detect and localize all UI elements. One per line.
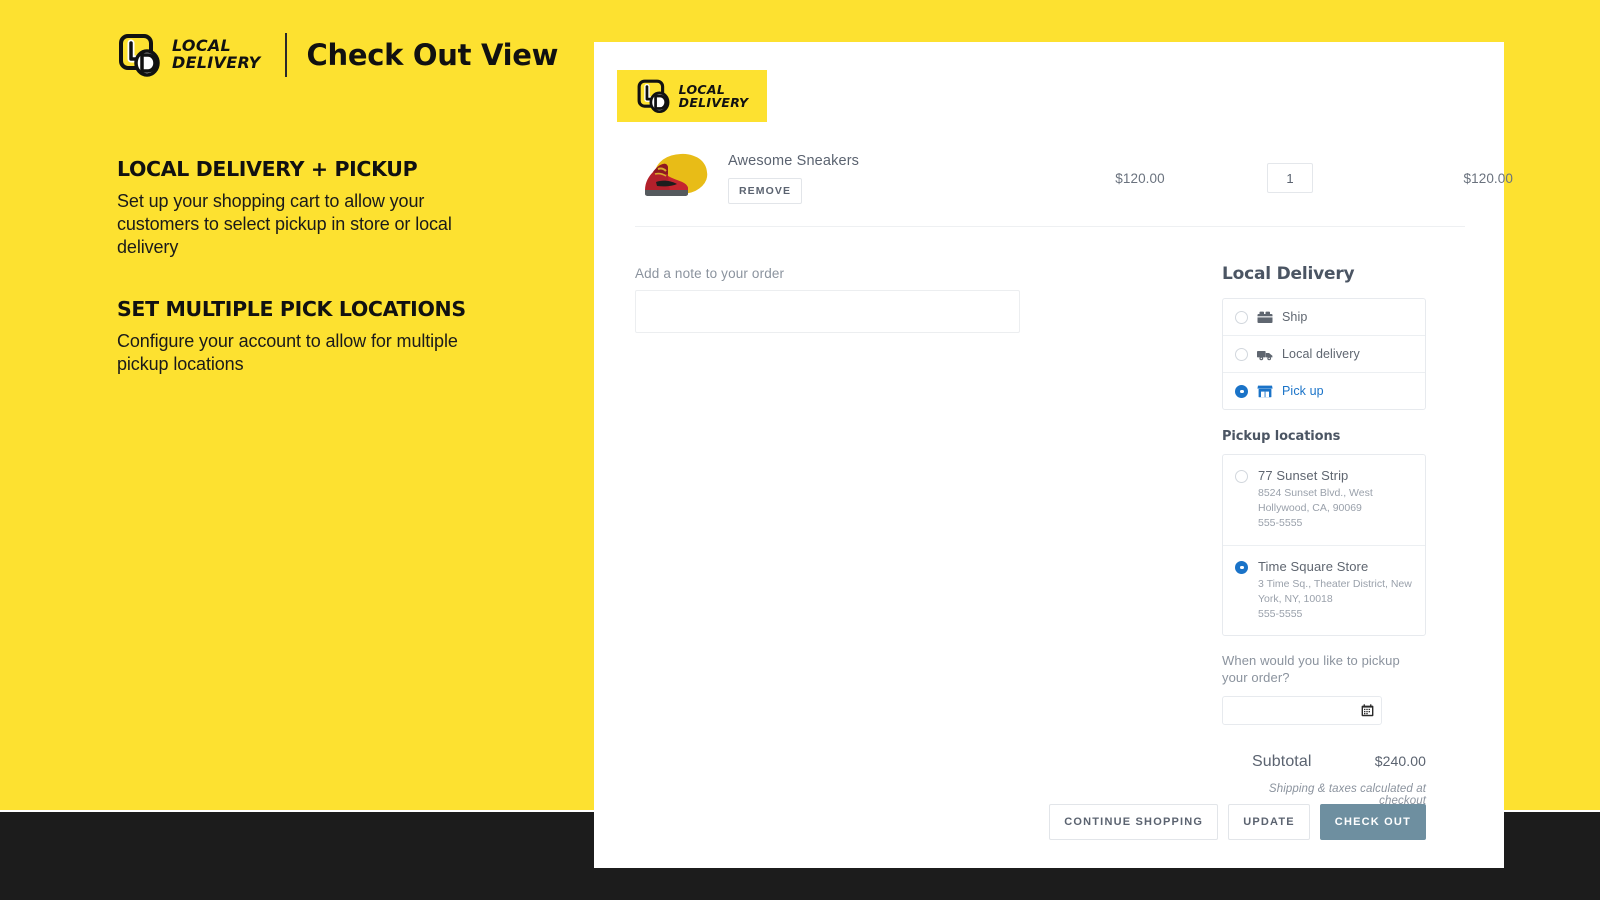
update-cart-button[interactable]: UPDATE xyxy=(1228,804,1310,840)
check-out-button[interactable]: CHECK OUT xyxy=(1319,804,1426,840)
brand-header: LOCAL DELIVERY Check Out View xyxy=(117,32,558,78)
continue-shopping-button[interactable]: CONTINUE SHOPPING xyxy=(1049,804,1219,840)
radio-local-delivery[interactable] xyxy=(1235,347,1248,361)
product-line-total: $120.00 xyxy=(1463,170,1513,186)
pickup-location-option-77-sunset-strip[interactable]: 77 Sunset Strip 8524 Sunset Blvd., West … xyxy=(1223,455,1425,546)
product-thumbnail[interactable] xyxy=(635,150,709,206)
delivery-option-label: Pick up xyxy=(1282,384,1324,398)
store-icon xyxy=(1257,385,1273,397)
radio-pickup-location[interactable] xyxy=(1235,560,1248,574)
pickup-location-phone: 555-5555 xyxy=(1258,516,1303,529)
delivery-option-label: Local delivery xyxy=(1282,347,1360,361)
ship-box-icon xyxy=(1257,311,1273,323)
calendar-icon xyxy=(1361,704,1374,717)
pickup-time-label: When would you like to pickup your order… xyxy=(1222,653,1400,686)
promo-body: Set up your shopping cart to allow your … xyxy=(117,191,452,258)
subtotal-row: Subtotal $240.00 xyxy=(1222,753,1426,771)
promo-heading: SET MULTIPLE PICK LOCATIONS xyxy=(117,297,466,321)
pickup-location-name: Time Square Store xyxy=(1258,558,1369,574)
pickup-location-details: Time Square Store 3 Time Sq., Theater Di… xyxy=(1258,559,1412,622)
radio-ship[interactable] xyxy=(1235,310,1248,324)
pickup-location-option-time-square-store[interactable]: Time Square Store 3 Time Sq., Theater Di… xyxy=(1223,546,1425,636)
cart-local-delivery-logo: LOCAL DELIVERY xyxy=(617,70,767,122)
order-note-label: Add a note to your order xyxy=(635,266,785,281)
cart-divider xyxy=(635,226,1465,227)
pickup-location-address-line1: 8524 Sunset Blvd., West xyxy=(1258,487,1373,499)
subtotal-label: Subtotal xyxy=(1252,753,1312,771)
order-note-input[interactable] xyxy=(635,290,1020,333)
delivery-option-local-delivery[interactable]: Local delivery xyxy=(1223,336,1425,373)
local-delivery-logo: LOCAL DELIVERY xyxy=(117,32,261,78)
checkout-cart-panel: LOCAL DELIVERY Awesome Sneakers REMOVE $… xyxy=(594,42,1513,868)
pickup-location-name: 77 Sunset Strip xyxy=(1258,468,1349,483)
sneaker-image xyxy=(645,163,688,196)
promo-column: LOCAL DELIVERY Check Out View LOCAL DELI… xyxy=(0,0,594,810)
delivery-option-label: Ship xyxy=(1282,310,1308,324)
logo-wordmark-line2: DELIVERY xyxy=(172,53,261,72)
pickup-location-details: 77 Sunset Strip 8524 Sunset Blvd., West … xyxy=(1258,468,1373,531)
promo-heading: LOCAL DELIVERY + PICKUP xyxy=(117,157,418,181)
promo-block-local-delivery-pickup: LOCAL DELIVERY + PICKUP Set up your shop… xyxy=(117,157,477,260)
ld-monogram-icon xyxy=(636,78,672,114)
pickup-date-input[interactable] xyxy=(1222,696,1382,726)
remove-item-button[interactable]: REMOVE xyxy=(728,177,803,204)
page-title: Check Out View xyxy=(306,38,559,72)
ld-monogram-icon xyxy=(117,32,163,78)
local-delivery-title: Local Delivery xyxy=(1222,264,1355,284)
quantity-cell xyxy=(1215,163,1365,193)
pickup-location-address-line2: Hollywood, CA, 90069 xyxy=(1258,501,1362,514)
cart-line-item: Awesome Sneakers REMOVE $120.00 $120.00 xyxy=(635,135,1513,221)
delivery-method-options: Ship Local delivery Pick up xyxy=(1222,298,1426,410)
pickup-locations-list: 77 Sunset Strip 8524 Sunset Blvd., West … xyxy=(1222,454,1426,637)
local-delivery-section: Local Delivery Ship Local delivery Pick … xyxy=(1222,264,1426,807)
delivery-truck-icon xyxy=(1257,350,1273,360)
order-note-section: Add a note to your order xyxy=(635,266,1025,338)
cart-logo-wordmark-line2: DELIVERY xyxy=(678,95,749,110)
header-divider xyxy=(284,33,287,77)
cart-logo-wordmark: LOCAL DELIVERY xyxy=(679,83,749,109)
radio-pick-up[interactable] xyxy=(1235,384,1248,398)
logo-wordmark: LOCAL DELIVERY xyxy=(172,37,261,72)
product-unit-price: $120.00 xyxy=(1115,170,1165,186)
radio-pickup-location[interactable] xyxy=(1235,470,1248,483)
product-name: Awesome Sneakers xyxy=(728,152,860,169)
subtotal-value: $240.00 xyxy=(1374,753,1426,770)
delivery-option-pick-up[interactable]: Pick up xyxy=(1223,373,1425,409)
pickup-locations-title: Pickup locations xyxy=(1222,429,1341,444)
promo-block-multiple-pick-locations: SET MULTIPLE PICK LOCATIONS Configure yo… xyxy=(117,297,477,376)
delivery-option-ship[interactable]: Ship xyxy=(1223,299,1425,336)
cart-actions: CONTINUE SHOPPING UPDATE CHECK OUT xyxy=(1049,804,1426,840)
quantity-input[interactable] xyxy=(1267,163,1313,193)
promo-body: Configure your account to allow for mult… xyxy=(117,331,458,375)
pickup-location-address-line2: York, NY, 10018 xyxy=(1258,592,1333,605)
pickup-location-phone: 555-5555 xyxy=(1258,607,1303,620)
pickup-location-address-line1: 3 Time Sq., Theater District, New xyxy=(1258,577,1412,590)
product-info: Awesome Sneakers REMOVE xyxy=(709,153,1065,204)
